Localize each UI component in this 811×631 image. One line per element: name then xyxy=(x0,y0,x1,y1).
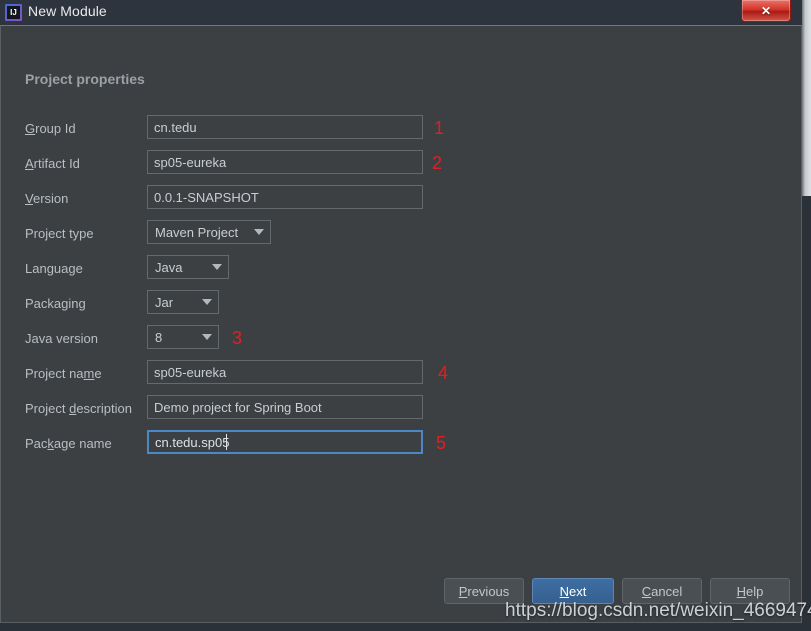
window-frame-right xyxy=(802,0,811,196)
chevron-down-icon xyxy=(202,334,212,340)
dialog-titlebar[interactable]: IJ New Module ✕ xyxy=(0,0,802,25)
input-package-name[interactable] xyxy=(147,430,423,454)
intellij-idea-icon-glyph: IJ xyxy=(7,6,20,19)
combobox-value-packaging: Jar xyxy=(155,294,174,310)
cancel-button-label: Cancel xyxy=(641,583,683,599)
screen: IJ New Module ✕ Project properties Group… xyxy=(0,0,811,631)
label-packaging: Packaging xyxy=(25,296,86,311)
text-caret xyxy=(226,434,227,450)
intellij-idea-icon: IJ xyxy=(5,4,22,21)
form-row-language: Language Java xyxy=(1,255,801,290)
combobox-project-type[interactable]: Maven Project xyxy=(147,220,271,244)
combobox-value-language: Java xyxy=(155,259,183,275)
combobox-language[interactable]: Java xyxy=(147,255,229,279)
combobox-java-version[interactable]: 8 xyxy=(147,325,219,349)
new-module-dialog: IJ New Module ✕ Project properties Group… xyxy=(0,0,802,623)
combobox-value-project-type: Maven Project xyxy=(155,224,239,240)
label-project-type: Project type xyxy=(25,226,94,241)
form-row-project-name: Project name 4 xyxy=(1,360,801,395)
label-java-version: Java version xyxy=(25,331,98,346)
chevron-down-icon xyxy=(202,299,212,305)
dialog-body: Project properties Group Id 1 Artifact Id 2… xyxy=(0,25,802,623)
label-artifact-id: Artifact Id xyxy=(25,156,80,171)
window-frame-bottom xyxy=(0,623,811,631)
page-title: Project properties xyxy=(25,71,145,87)
help-button[interactable]: Help xyxy=(710,578,790,604)
project-properties-form: Group Id 1 Artifact Id 2 Version Project type… xyxy=(1,115,801,465)
label-version: Version xyxy=(25,191,69,206)
form-row-group-id: Group Id 1 xyxy=(1,115,801,150)
label-language: Language xyxy=(25,261,83,276)
form-row-packaging: Packaging Jar xyxy=(1,290,801,325)
previous-button-label: Previous xyxy=(458,583,510,599)
label-project-description: Project description xyxy=(25,401,132,416)
input-project-name[interactable] xyxy=(147,360,423,384)
annotation-number-3: 3 xyxy=(232,328,243,348)
dialog-title: New Module xyxy=(28,3,107,19)
form-row-artifact-id: Artifact Id 2 xyxy=(1,150,801,185)
next-button[interactable]: Next xyxy=(532,578,614,604)
dialog-footer: Previous Next Cancel Help xyxy=(1,566,801,622)
combobox-value-java-version: 8 xyxy=(155,329,163,345)
form-row-java-version: Java version 8 3 xyxy=(1,325,801,360)
input-version[interactable] xyxy=(147,185,423,209)
annotation-number-1: 1 xyxy=(434,118,445,138)
window-frame-right-lower xyxy=(802,196,811,631)
chevron-down-icon xyxy=(254,229,264,235)
annotation-number-5: 5 xyxy=(436,433,447,453)
input-artifact-id[interactable] xyxy=(147,150,423,174)
help-button-label: Help xyxy=(736,583,764,599)
cancel-button[interactable]: Cancel xyxy=(622,578,702,604)
form-row-project-type: Project type Maven Project xyxy=(1,220,801,255)
annotation-number-4: 4 xyxy=(438,363,449,383)
form-row-package-name: Package name 5 xyxy=(1,430,801,465)
annotation-number-2: 2 xyxy=(432,153,443,173)
input-group-id[interactable] xyxy=(147,115,423,139)
form-row-project-description: Project description xyxy=(1,395,801,430)
form-row-version: Version xyxy=(1,185,801,220)
label-package-name: Package name xyxy=(25,436,112,451)
label-group-id: Group Id xyxy=(25,121,76,136)
chevron-down-icon xyxy=(212,264,222,270)
input-project-description[interactable] xyxy=(147,395,423,419)
combobox-packaging[interactable]: Jar xyxy=(147,290,219,314)
previous-button[interactable]: Previous xyxy=(444,578,524,604)
next-button-label: Next xyxy=(559,583,587,599)
label-project-name: Project name xyxy=(25,366,102,381)
close-icon[interactable]: ✕ xyxy=(741,0,791,22)
